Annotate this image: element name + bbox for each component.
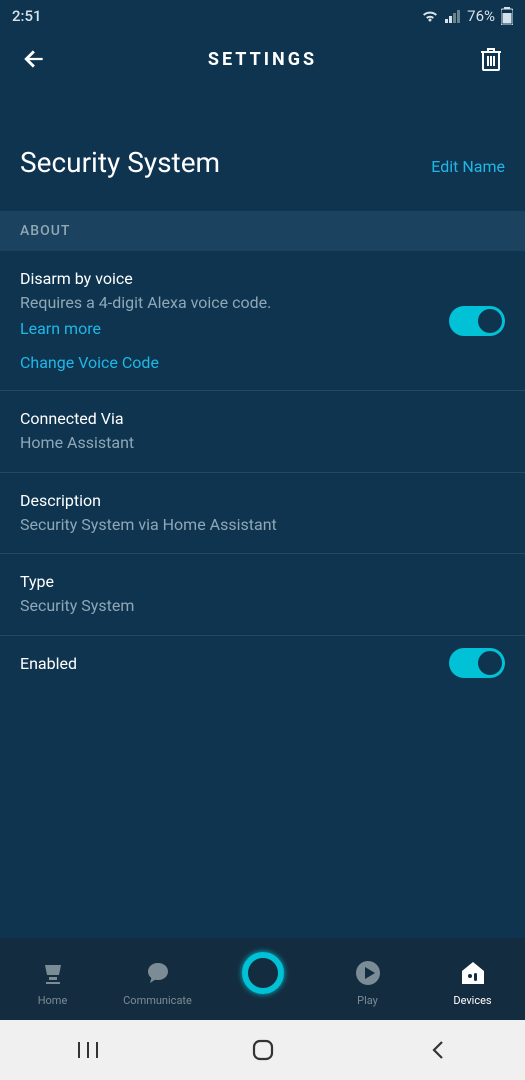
sys-back-button[interactable] [398,1032,478,1068]
nav-communicate[interactable]: Communicate [113,956,203,1007]
row-type: Type Security System [0,554,525,636]
chevron-left-icon [428,1038,448,1062]
connected-label: Connected Via [20,409,505,428]
connected-value: Home Assistant [20,432,505,454]
nav-play[interactable]: Play [323,956,413,1007]
signal-icon [445,9,461,23]
page-title-row: Security System Edit Name [0,86,525,211]
toggle-knob [478,309,502,333]
enabled-toggle[interactable] [449,648,505,678]
system-nav-bar [0,1020,525,1080]
sys-recents-button[interactable] [48,1032,128,1068]
row-disarm-by-voice: Disarm by voice Requires a 4-digit Alexa… [0,251,525,391]
description-value: Security System via Home Assistant [20,514,505,536]
nav-label: Communicate [123,994,192,1007]
chat-icon [144,956,172,990]
toggle-knob [478,651,502,675]
learn-more-link[interactable]: Learn more [20,318,101,340]
edit-name-link[interactable]: Edit Name [431,157,505,176]
description-label: Description [20,491,505,510]
type-label: Type [20,572,505,591]
delete-button[interactable] [475,43,507,75]
recents-icon [75,1040,101,1060]
nav-label: Home [38,994,68,1007]
disarm-label: Disarm by voice [20,269,505,288]
arrow-left-icon [21,46,47,72]
battery-icon [501,7,513,25]
header-title: SETTINGS [50,49,475,70]
app-header: SETTINGS [0,32,525,86]
play-icon [354,956,382,990]
status-indicators: 76% [421,7,513,25]
devices-icon [459,956,487,990]
status-bar: 2:51 76% [0,0,525,32]
disarm-toggle[interactable] [449,306,505,336]
nav-label: Play [357,994,378,1007]
change-voice-code-link[interactable]: Change Voice Code [20,353,505,372]
battery-percent: 76% [467,7,495,25]
trash-icon [479,46,503,72]
nav-devices[interactable]: Devices [428,956,518,1007]
back-button[interactable] [18,43,50,75]
page-title: Security System [20,146,220,179]
sys-home-button[interactable] [223,1032,303,1068]
home-square-icon [251,1038,275,1062]
nav-label [261,994,264,1007]
home-icon [39,956,67,990]
nav-alexa[interactable] [218,956,308,1007]
nav-label: Devices [453,994,491,1007]
row-description: Description Security System via Home Ass… [0,473,525,555]
enabled-label: Enabled [20,654,505,673]
spacer [0,691,525,938]
status-time: 2:51 [12,7,42,25]
row-enabled: Enabled [0,636,525,691]
row-connected-via: Connected Via Home Assistant [0,391,525,473]
alexa-ring-icon [242,956,284,990]
disarm-sub: Requires a 4-digit Alexa voice code. Lea… [20,292,505,339]
type-value: Security System [20,595,505,617]
wifi-icon [421,9,439,23]
section-header-about: ABOUT [0,211,525,251]
nav-home[interactable]: Home [8,956,98,1007]
bottom-nav: Home Communicate Play Devices [0,938,525,1020]
disarm-sub-text: Requires a 4-digit Alexa voice code. [20,293,271,312]
